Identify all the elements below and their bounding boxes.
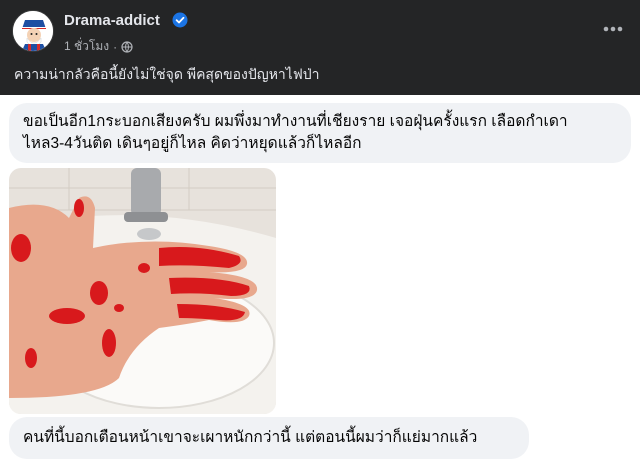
globe-icon (121, 40, 133, 53)
bloody-hand-photo-icon (9, 168, 276, 414)
more-options-button[interactable] (600, 16, 626, 42)
comment-text: คนที่นี้บอกเตือนหน้าเขาจะเผาหนักกว่านี้ … (23, 429, 478, 446)
more-options-icon (603, 26, 623, 32)
meta-separator: · (113, 39, 118, 54)
post-time[interactable]: 1 ชั่วโมง (64, 37, 109, 56)
comment-photo[interactable] (9, 168, 276, 414)
verified-badge-icon (172, 12, 188, 28)
comment-text-line: ขอเป็นอีก1กระบอกเสียงครับ ผมพึ่งมาทำงานท… (23, 113, 568, 130)
post-attached-image[interactable]: ขอเป็นอีก1กระบอกเสียงครับ ผมพึ่งมาทำงานท… (0, 95, 640, 468)
post-meta: 1 ชั่วโมง · (64, 37, 133, 56)
comment-bubble: ขอเป็นอีก1กระบอกเสียงครับ ผมพึ่งมาทำงานท… (9, 103, 631, 163)
author-name[interactable]: Drama-addict (64, 12, 160, 29)
author-avatar[interactable] (12, 10, 54, 52)
post-caption: ความน่ากลัวคือนี้ยังไม่ใช่จุด พีคสุดของป… (14, 66, 320, 82)
post-header: Drama-addict 1 ชั่วโมง · ความน่ากลัวคือน… (0, 0, 640, 95)
avatar-illustration-icon (13, 11, 53, 51)
comment-bubble: คนที่นี้บอกเตือนหน้าเขาจะเผาหนักกว่านี้ … (9, 417, 529, 459)
comment-text-line: ไหล3-4วันติด เดินๆอยู่ก็ไหล คิดว่าหยุดแล… (23, 135, 362, 152)
